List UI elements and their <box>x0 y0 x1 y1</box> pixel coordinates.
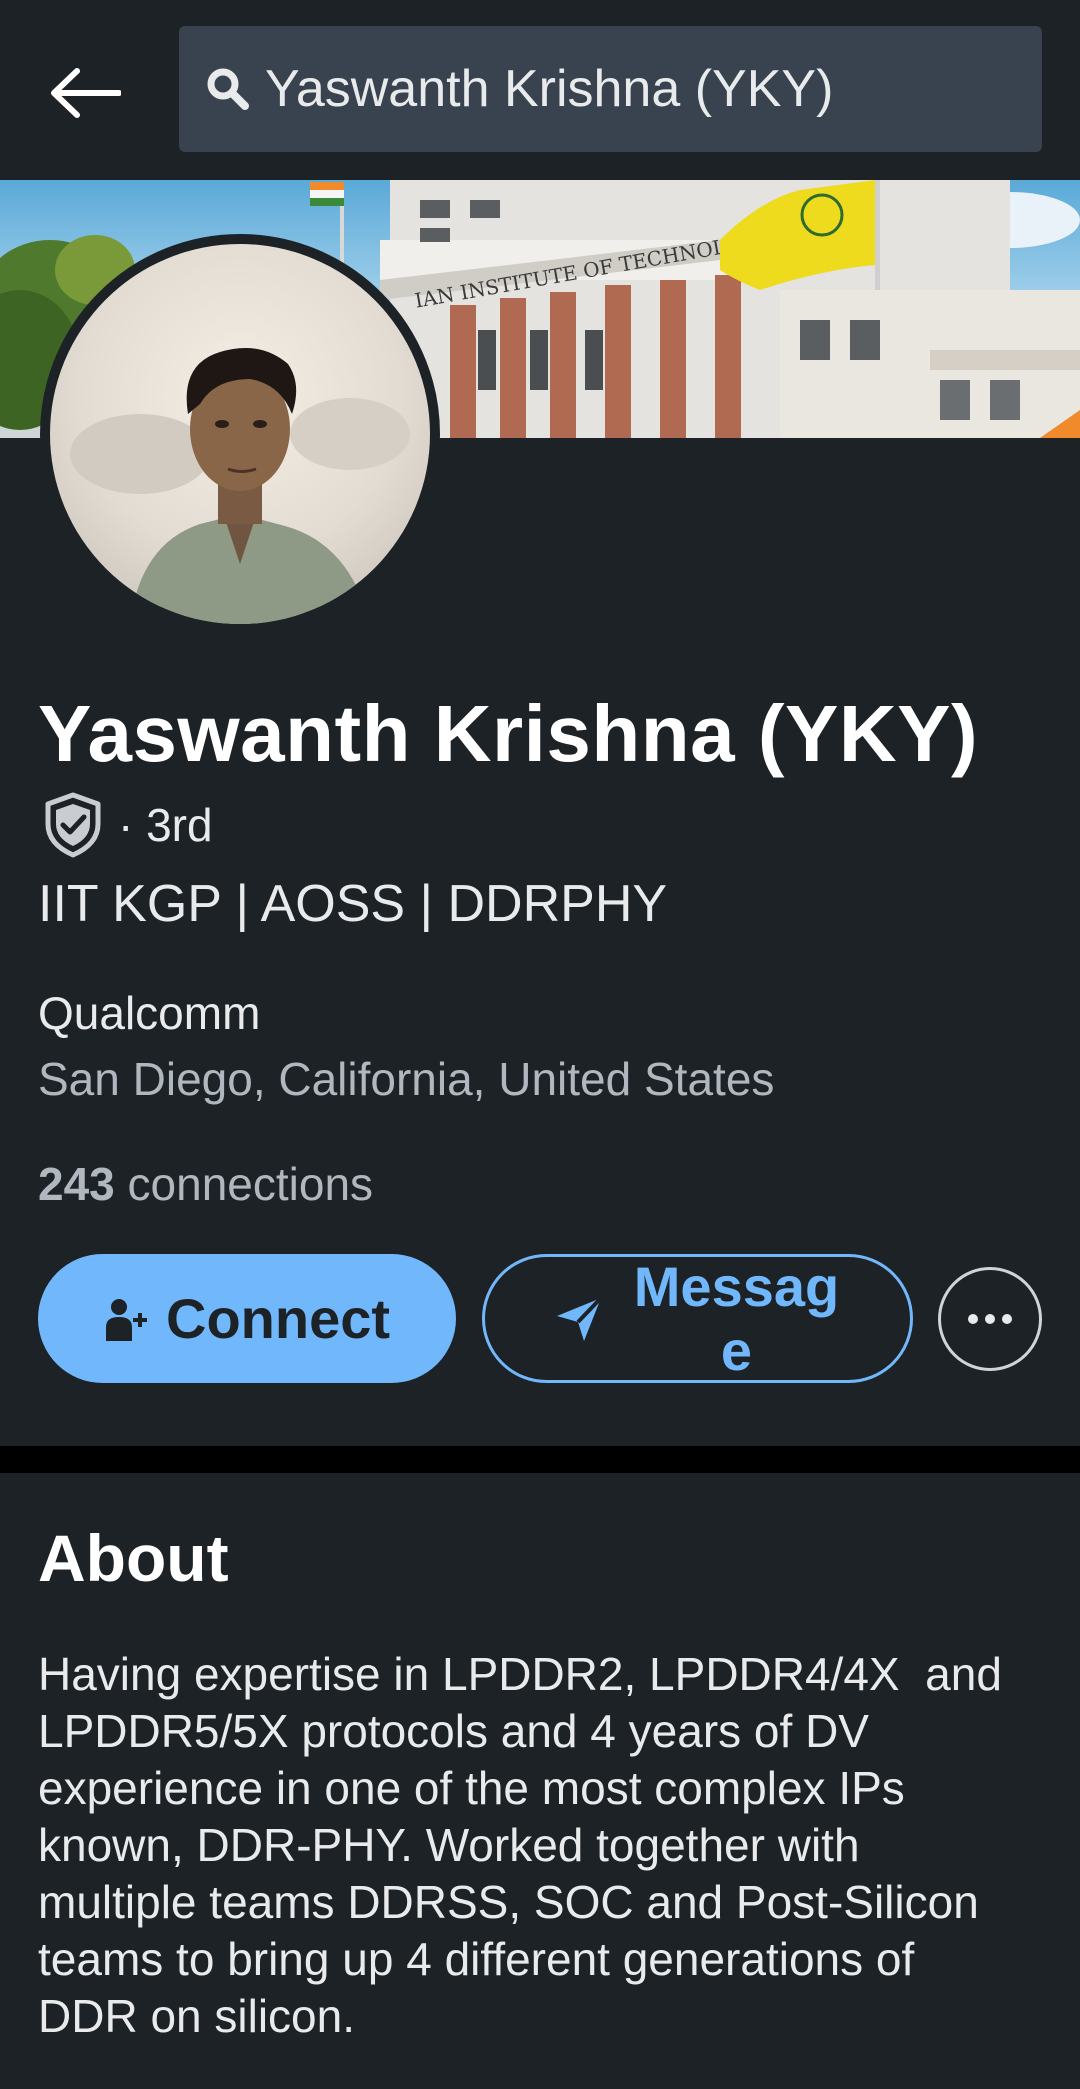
search-input[interactable] <box>265 59 1025 119</box>
arrow-left-icon <box>51 68 121 118</box>
degree-row: · 3rd <box>40 790 213 860</box>
search-icon <box>205 66 251 112</box>
connections-label: connections <box>114 1158 374 1210</box>
connections-number: 243 <box>38 1158 115 1210</box>
about-heading: About <box>38 1521 229 1595</box>
section-divider <box>0 1446 1080 1473</box>
about-text: Having expertise in LPDDR2, LPDDR4/4X an… <box>38 1648 1002 2042</box>
connections-count[interactable]: 243 connections <box>38 1157 373 1211</box>
profile-photo[interactable] <box>40 234 440 634</box>
current-company[interactable]: Qualcomm <box>38 986 260 1040</box>
more-options-button[interactable] <box>938 1267 1042 1371</box>
back-button[interactable] <box>40 48 130 138</box>
ellipsis-icon <box>968 1314 1012 1324</box>
profile-location: San Diego, California, United States <box>38 1053 775 1105</box>
connect-button-label: Connect <box>166 1287 390 1350</box>
connect-button[interactable]: Connect <box>38 1254 456 1383</box>
send-icon <box>556 1296 602 1341</box>
add-person-icon <box>106 1298 147 1341</box>
profile-headline: IIT KGP | AOSS | DDRPHY <box>38 875 668 933</box>
shield-check-icon[interactable] <box>40 790 106 860</box>
profile-name: Yaswanth Krishna (YKY) <box>38 689 979 778</box>
connection-degree: · 3rd <box>118 799 213 851</box>
message-button[interactable]: Message <box>482 1254 913 1383</box>
message-button-label: Message <box>633 1254 840 1382</box>
top-bar <box>0 0 1080 180</box>
search-bar[interactable] <box>179 26 1042 152</box>
